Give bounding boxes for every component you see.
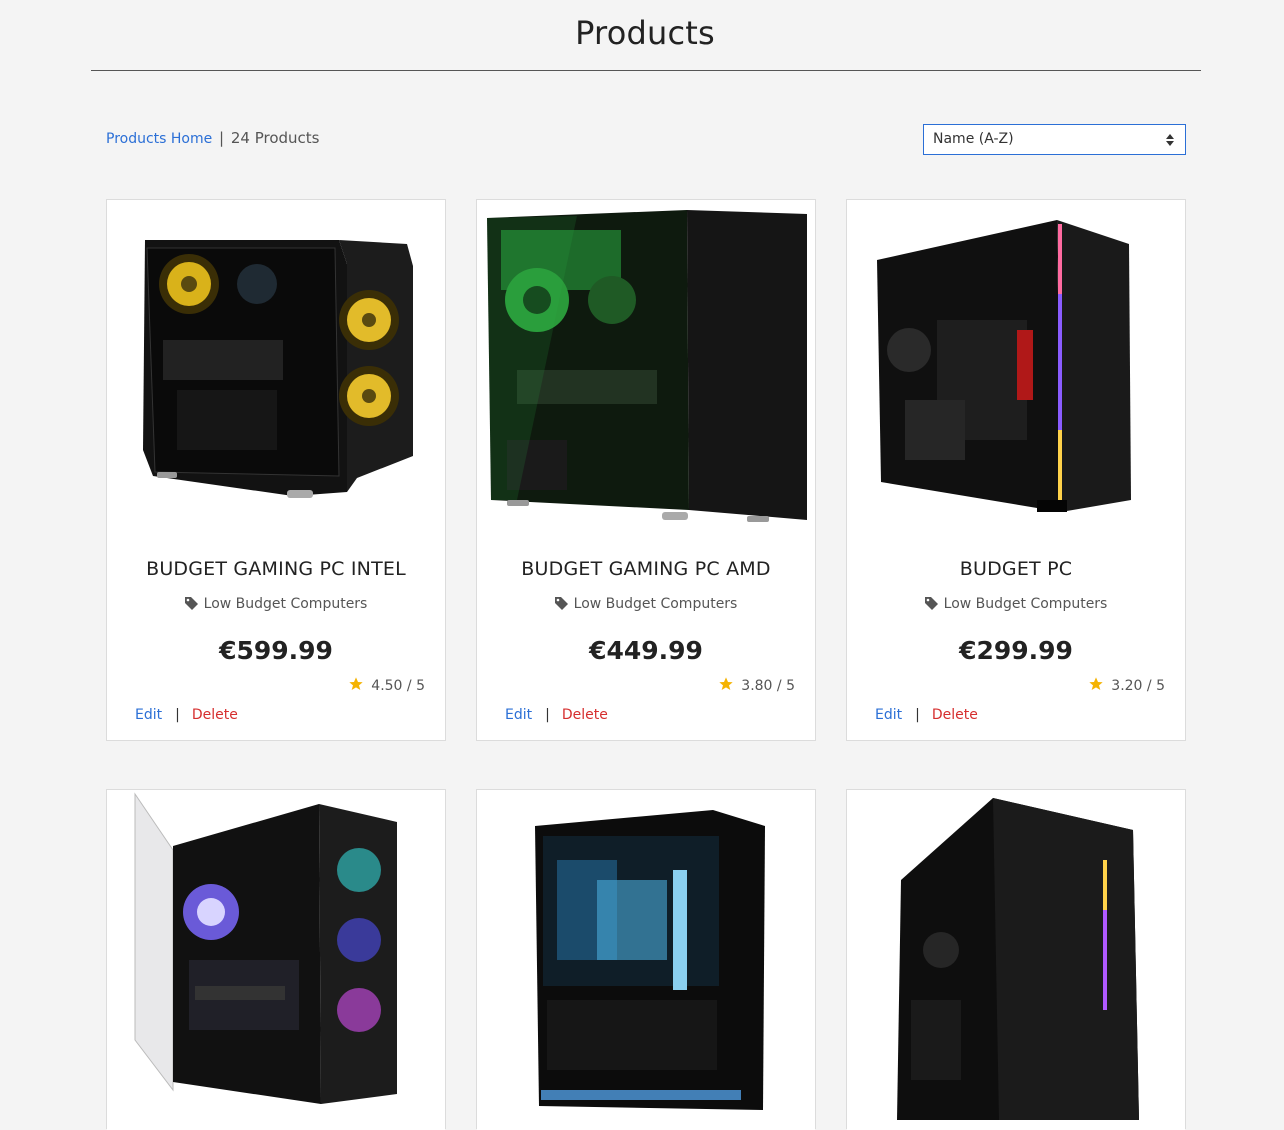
product-category: Low Budget Computers [107, 596, 445, 612]
product-actions: Edit | Delete [875, 707, 978, 723]
select-arrows-icon [1166, 134, 1174, 146]
product-rating-value: 3.20 / 5 [1111, 678, 1165, 694]
product-count: 24 Products [230, 129, 320, 147]
tag-icon [554, 597, 568, 610]
tag-icon [184, 597, 198, 610]
product-category-label: Low Budget Computers [943, 596, 1108, 612]
delete-link[interactable]: Delete [562, 707, 608, 723]
product-actions: Edit | Delete [505, 707, 608, 723]
product-card [476, 789, 816, 1130]
product-image [477, 200, 815, 540]
product-category: Low Budget Computers [477, 596, 815, 612]
action-separator: | [175, 707, 180, 723]
star-icon [719, 677, 733, 690]
product-name[interactable]: BUDGET GAMING PC AMD [477, 558, 815, 580]
delete-link[interactable]: Delete [932, 707, 978, 723]
product-image [107, 790, 445, 1130]
product-price: €449.99 [589, 636, 703, 665]
sort-select[interactable]: Name (A-Z) [923, 124, 1186, 155]
sort-selected-value: Name (A-Z) [933, 131, 1014, 147]
product-image [847, 790, 1185, 1130]
edit-link[interactable]: Edit [135, 707, 162, 723]
product-category: Low Budget Computers [847, 596, 1185, 612]
product-rating: 4.50 / 5 [348, 676, 425, 694]
action-separator: | [545, 707, 550, 723]
product-image [477, 790, 815, 1130]
product-rating: 3.20 / 5 [1088, 676, 1165, 694]
product-image [847, 200, 1185, 540]
star-icon [1089, 677, 1103, 690]
product-card [106, 789, 446, 1130]
product-category-label: Low Budget Computers [203, 596, 368, 612]
delete-link[interactable]: Delete [192, 707, 238, 723]
product-card: BUDGET GAMING PC INTEL Low Budget Comput… [106, 199, 446, 741]
products-home-link[interactable]: Products Home [106, 131, 212, 147]
product-card: BUDGET GAMING PC AMD Low Budget Computer… [476, 199, 816, 741]
product-actions: Edit | Delete [135, 707, 238, 723]
page-title: Products [575, 14, 715, 52]
product-image [107, 200, 445, 540]
product-name[interactable]: BUDGET PC [847, 558, 1185, 580]
product-card: BUDGET PC Low Budget Computers €299.99 3… [846, 199, 1186, 741]
action-separator: | [915, 707, 920, 723]
edit-link[interactable]: Edit [875, 707, 902, 723]
product-name[interactable]: BUDGET GAMING PC INTEL [107, 558, 445, 580]
star-icon [349, 677, 363, 690]
product-price: €299.99 [959, 636, 1073, 665]
edit-link[interactable]: Edit [505, 707, 532, 723]
product-card [846, 789, 1186, 1130]
product-rating-value: 4.50 / 5 [371, 678, 425, 694]
product-rating: 3.80 / 5 [718, 676, 795, 694]
breadcrumb-separator: | [219, 129, 225, 147]
breadcrumb: Products Home | 24 Products [106, 129, 320, 147]
product-rating-value: 3.80 / 5 [741, 678, 795, 694]
product-category-label: Low Budget Computers [573, 596, 738, 612]
product-price: €599.99 [219, 636, 333, 665]
title-divider [91, 70, 1201, 71]
tag-icon [924, 597, 938, 610]
